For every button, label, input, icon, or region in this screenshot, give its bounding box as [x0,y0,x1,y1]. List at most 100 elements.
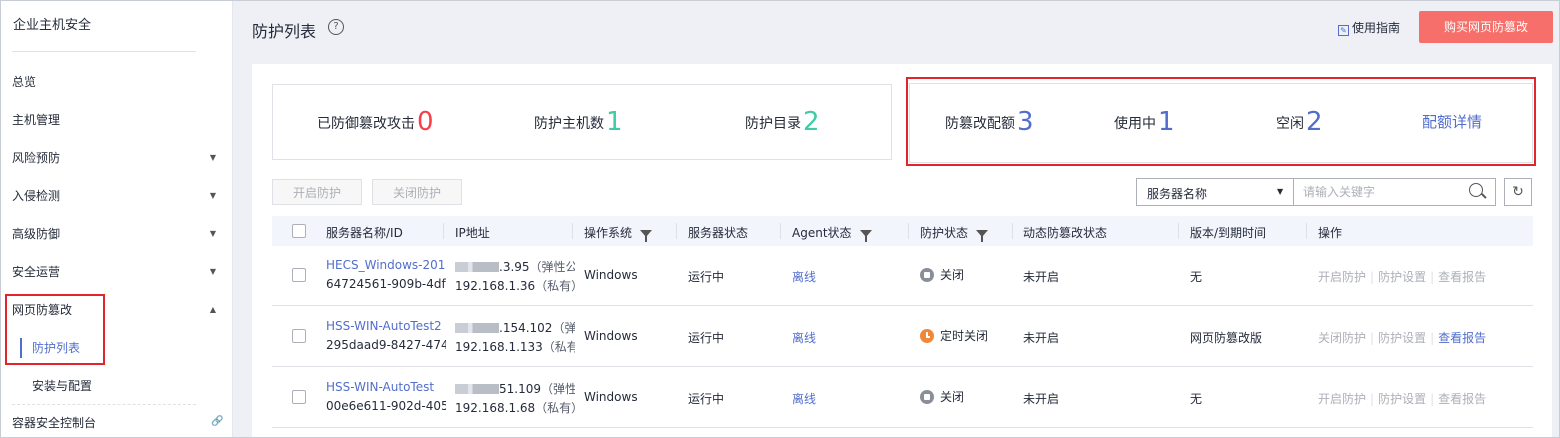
view-report-action[interactable]: 查看报告 [1438,331,1486,345]
column-header-version: 版本/到期时间 [1190,226,1267,240]
column-header-dynamic-status: 动态防篡改状态 [1023,226,1108,240]
ip-tag: （弹性 [541,382,575,396]
stop-icon [920,268,934,282]
row-checkbox[interactable] [292,329,306,343]
version-value: 无 [1190,270,1203,284]
column-divider [572,223,573,239]
enable-protection-action[interactable]: 开启防护 [1318,392,1366,406]
row-checkbox[interactable] [292,268,306,282]
caret-down-icon: ▼ [209,267,216,276]
action-divider: | [1370,331,1375,345]
ip-tag: （私有） [535,401,575,415]
caret-down-icon: ▼ [1277,187,1284,196]
column-header-label: 操作系统 [584,226,633,240]
column-header-ip: IP地址 [455,226,490,240]
sidebar-item-overview[interactable]: 总览 [12,72,222,92]
server-status-value: 运行中 [688,392,725,406]
server-id: 00e6e611-902d-4050- [326,399,446,413]
sidebar-item-label: 高级防御 [12,227,61,241]
action-divider: | [1370,270,1375,284]
search-icon[interactable] [1469,183,1483,197]
column-header-server-name: 服务器名称/ID [326,226,403,240]
version-value: 网页防篡改版 [1190,331,1263,345]
server-name-link[interactable]: HECS_Windows-2012- [326,258,446,272]
search-box [1293,178,1496,206]
filter-select-value: 服务器名称 [1147,187,1208,201]
help-icon[interactable]: ? [328,19,344,35]
column-divider [780,223,781,239]
column-divider [1306,223,1307,239]
user-guide-link[interactable]: ✎ 使用指南 [1338,19,1400,36]
sidebar-item-label: 安全运营 [12,265,61,279]
enable-protection-button[interactable]: 开启防护 [272,179,362,205]
protection-settings-action[interactable]: 防护设置 [1378,331,1426,345]
sidebar-item-label: 风险预防 [12,151,61,165]
public-ip-value: 51.109 [499,382,541,396]
server-status-value: 运行中 [688,270,725,284]
sidebar: 企业主机安全 总览 主机管理 风险预防 ▼ 入侵检测 ▼ 高级防御 ▼ 安全运营 ▼ 网… [0,0,233,438]
public-ip: .3.95（弹性公网 [455,258,575,275]
agent-status-value[interactable]: 离线 [792,268,816,285]
public-ip: .154.102（弹性 [455,319,575,336]
protection-settings-action[interactable]: 防护设置 [1378,270,1426,284]
sidebar-divider [12,404,196,406]
refresh-button[interactable]: ↻ [1504,178,1532,206]
masked-ip [455,323,499,333]
ip-tag: （弹性公网 [529,260,575,274]
agent-status-value[interactable]: 离线 [792,329,816,346]
row-divider [272,427,1533,428]
filter-icon[interactable] [976,230,989,242]
column-divider [443,223,444,239]
sidebar-item-security-operations[interactable]: 安全运营 ▼ [12,262,222,282]
sidebar-item-advanced-defense[interactable]: 高级防御 ▼ [12,224,222,244]
ip-tag: （私有） [535,279,575,293]
protection-settings-action[interactable]: 防护设置 [1378,392,1426,406]
private-ip-value: 192.168.1.133 [455,340,543,354]
disable-protection-action[interactable]: 关闭防护 [1318,331,1366,345]
filter-icon[interactable] [859,230,872,242]
disable-protection-button[interactable]: 关闭防护 [372,179,462,205]
caret-down-icon: ▼ [209,191,216,200]
private-ip: 192.168.1.133（私有） [455,338,575,355]
edit-icon: ✎ [1338,25,1349,36]
view-report-action[interactable]: 查看报告 [1438,270,1486,284]
column-divider [1178,223,1179,239]
sidebar-subitem-install-config[interactable]: 安装与配置 [32,376,92,396]
sidebar-item-host-management[interactable]: 主机管理 [12,110,222,130]
sidebar-item-container-console[interactable]: 容器安全控制台 [12,413,222,433]
refresh-icon: ↻ [1512,184,1524,200]
column-divider [1012,223,1013,239]
os-value: Windows [584,268,638,282]
stat-label: 防护主机数 [534,116,604,132]
dynamic-status-value: 未开启 [1023,270,1060,284]
view-report-action[interactable]: 查看报告 [1438,392,1486,406]
caret-down-icon: ▼ [209,229,216,238]
action-divider: | [1430,270,1435,284]
action-divider: | [1430,331,1435,345]
action-divider: | [1370,392,1375,406]
sidebar-item-label: 容器安全控制台 [12,416,97,430]
private-ip-value: 192.168.1.68 [455,401,536,415]
server-name-link[interactable]: HSS-WIN-AutoTest [326,380,446,394]
filter-select[interactable]: 服务器名称 ▼ [1136,178,1294,206]
enable-protection-action[interactable]: 开启防护 [1318,270,1366,284]
agent-status-value[interactable]: 离线 [792,390,816,407]
public-ip-value: .3.95 [499,260,530,274]
search-input[interactable] [1303,184,1453,200]
filter-icon[interactable] [640,230,653,242]
dynamic-status-value: 未开启 [1023,331,1060,345]
sidebar-item-risk-prevention[interactable]: 风险预防 ▼ [12,148,222,168]
row-actions: 关闭防护 | 防护设置 | 查看报告 [1318,329,1486,346]
masked-ip [455,384,499,394]
protection-status-value: 关闭 [940,390,965,404]
column-header-os: 操作系统 [584,224,653,242]
row-checkbox[interactable] [292,390,306,404]
sidebar-item-intrusion-detection[interactable]: 入侵检测 ▼ [12,186,222,206]
buy-web-tamper-button[interactable]: 购买网页防篡改 [1419,11,1553,43]
masked-ip [455,262,499,272]
row-actions: 开启防护 | 防护设置 | 查看报告 [1318,390,1486,407]
select-all-checkbox[interactable] [292,224,306,238]
external-link-icon[interactable]: 🔗 [211,416,223,427]
stat-value: 1 [606,107,623,137]
server-name-link[interactable]: HSS-WIN-AutoTest2 [326,319,446,333]
